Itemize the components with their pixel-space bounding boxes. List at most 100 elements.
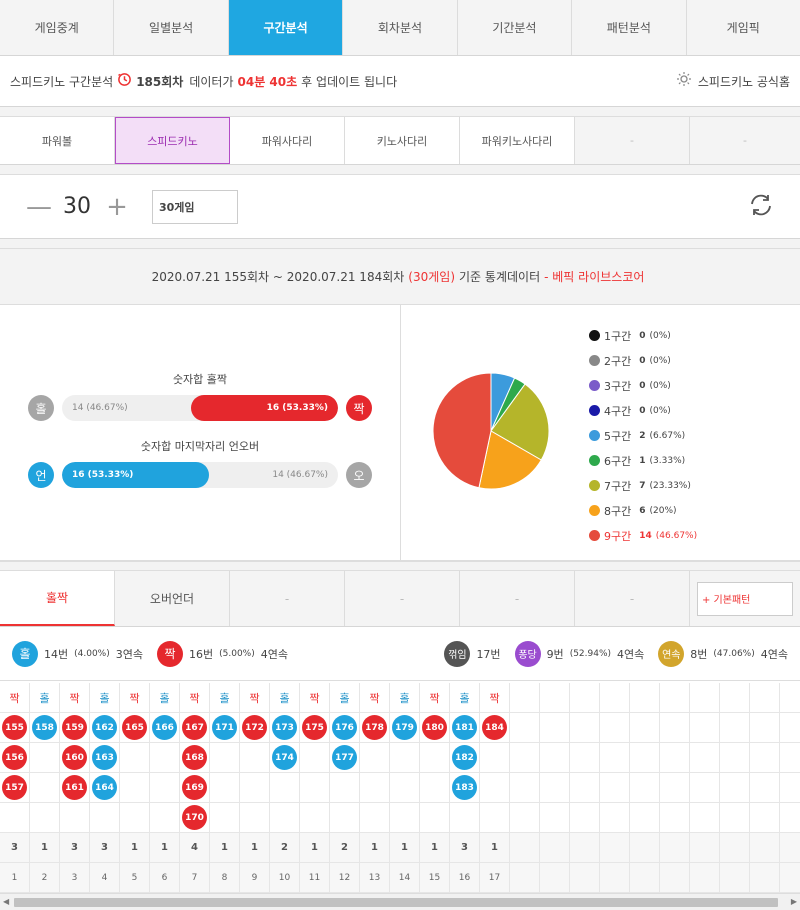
column-count: 1 [30,833,60,862]
grid-cell: 161 [60,773,90,802]
tab-speedkeno[interactable]: 스피드키노 [115,117,230,164]
tab-powerkeno-ladder[interactable]: 파워키노사다리 [460,117,575,164]
column-count: 1 [120,833,150,862]
odd-badge: 홀 [28,395,54,421]
tab-power-ladder[interactable]: 파워사다리 [230,117,345,164]
stat-mid: 기준 통계데이터 [459,270,541,284]
tab-game-pick[interactable]: 게임픽 [687,0,800,55]
grid-cell: 181 [450,713,480,742]
grid-cell [600,773,630,802]
grid-cell [30,803,60,832]
grid-cell [720,773,750,802]
horizontal-scrollbar[interactable]: ◀ ▶ [0,893,800,910]
tab-keno-ladder[interactable]: 키노사다리 [345,117,460,164]
tab-period-analysis[interactable]: 기간분석 [458,0,573,55]
legend-label: 5구간 [604,429,632,443]
legend-label: 8구간 [604,504,632,518]
over-badge: 오 [346,462,372,488]
grid-cell: 164 [90,773,120,802]
column-index: 9 [240,863,270,892]
grid-cell [240,773,270,802]
basic-pattern-button[interactable]: + 기본패턴 [697,581,793,616]
tab-overunder[interactable]: 오버언더 [115,571,230,626]
odd-summary-streak: 3연속 [115,647,143,661]
tab-pattern-analysis[interactable]: 패턴분석 [572,0,687,55]
legend-count: 6 [639,505,646,516]
legend-value: 0 (0%) [639,331,671,341]
grid-cell [330,803,360,832]
column-index: 6 [150,863,180,892]
grid-cell [750,803,780,832]
grid-cell: 155 [0,713,30,742]
grid-cell [750,713,780,742]
grid-row: 짝홀짝홀짝홀짝홀짝홀짝홀짝홀짝홀짝 [0,683,800,713]
oddeven-title: 숫자합 홀짝 [172,373,228,386]
tab-round-analysis[interactable]: 회차분석 [343,0,458,55]
grid-cell: 158 [30,713,60,742]
column-index: 14 [390,863,420,892]
legend-label: 9구간 [604,529,632,543]
grid-cell [660,743,690,772]
column-count: 1 [210,833,240,862]
legend-value: 7 (23.33%) [639,481,691,491]
tab-daily-analysis[interactable]: 일별분석 [114,0,229,55]
column-index: 13 [360,863,390,892]
grid-cell: 174 [270,743,300,772]
column-header: 짝 [420,683,450,712]
column-index: 3 [60,863,90,892]
legend-item: 6구간 1 (3.33%) [589,448,697,473]
increase-button[interactable]: + [106,192,128,222]
odd-summary-badge: 홀 [12,640,38,667]
legend-dot [589,355,600,366]
round-ball: 182 [452,745,477,770]
grid-cell [390,743,420,772]
grid-cell [240,803,270,832]
round-ball: 159 [62,715,87,740]
scroll-left-icon[interactable]: ◀ [3,897,9,906]
tab-oddeven[interactable]: 홀짝 [0,571,115,626]
tab-game-broadcast[interactable]: 게임중계 [0,0,115,55]
column-count: 3 [450,833,480,862]
tab-section-analysis[interactable]: 구간분석 [228,0,344,55]
game-count-select[interactable]: 30게임 [152,189,238,224]
legend-value: 2 (6.67%) [639,431,685,441]
refresh-icon[interactable] [748,192,774,221]
stat-header: 2020.07.21 155회차 ~ 2020.07.21 184회차 (30게… [0,249,800,305]
info-suffix: 후 업데이트 됩니다 [301,74,398,89]
grid-cell: 156 [0,743,30,772]
legend-item: 5구간 2 (6.67%) [589,423,697,448]
column-header: 짝 [180,683,210,712]
scroll-right-icon[interactable]: ▶ [791,897,797,906]
decrease-button[interactable]: — [26,192,52,222]
grid-cell [420,773,450,802]
grid-row: 156 160 163 168 174 177 182 [0,743,800,773]
grid-cell [390,773,420,802]
official-home-link[interactable]: 스피드키노 공식홈 [676,72,790,90]
tab-powerball[interactable]: 파워볼 [0,117,115,164]
scroll-thumb[interactable] [14,898,778,907]
grid-cell [0,803,30,832]
column-count: 1 [480,833,510,862]
grid-cell [510,803,540,832]
break-summary-count: 17번 [476,647,501,661]
grid-cell [30,773,60,802]
legend-label: 7구간 [604,479,632,493]
break-summary: 꺾임 17번 [444,640,501,667]
pattern-summary: 홀 14번 (4.00%) 3연속 짝 16번 (5.00%) 4연속 꺾임 1… [0,627,800,681]
round-ball: 177 [332,745,357,770]
column-index: 11 [300,863,330,892]
pattern-grid: 짝 홀 짝 홀 짝 홀 짝 홀 짝 홀 짝 홀 짝 홀 짝 홀 짝 155 158 159 162 165 166 167 17… [0,683,800,893]
grid-cell [720,713,750,742]
grid-cell [630,683,660,712]
break-summary-badge: 꺾임 [444,640,471,667]
column-header: 짝 [60,683,90,712]
grid-cell [540,713,570,742]
round-ball: 164 [92,775,117,800]
grid-row: 157 161 164 169 183 [0,773,800,803]
grid-cell [360,803,390,832]
round-ball: 176 [332,715,357,740]
legend-dot [589,480,600,491]
official-home-label: 스피드키노 공식홈 [697,74,790,89]
info-mid: 데이터가 [189,74,234,89]
round-ball: 168 [182,745,207,770]
